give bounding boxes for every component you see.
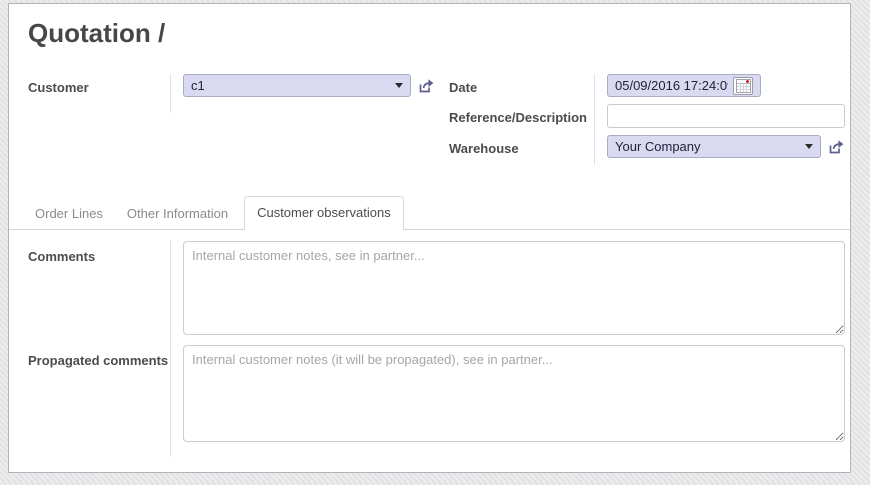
- header-fields: Customer c1: [28, 74, 845, 165]
- tab-customer-observations[interactable]: Customer observations: [244, 196, 404, 230]
- customer-observations-panel: Comments Propagated comments: [9, 230, 850, 457]
- customer-select[interactable]: c1: [183, 74, 411, 97]
- chevron-down-icon: [395, 83, 403, 88]
- propagated-comments-textarea[interactable]: [183, 345, 845, 442]
- internal-link-icon[interactable]: [827, 138, 845, 156]
- comments-group: Comments Propagated comments: [28, 241, 845, 457]
- propagated-comments-label: Propagated comments: [28, 353, 168, 368]
- warehouse-select[interactable]: Your Company: [607, 135, 821, 158]
- comments-textarea[interactable]: [183, 241, 845, 335]
- reference-label: Reference/Description: [449, 110, 587, 125]
- date-value: 05/09/2016 17:24:09: [615, 78, 728, 93]
- customer-value: c1: [191, 78, 389, 93]
- warehouse-label: Warehouse: [449, 141, 519, 156]
- page-title: Quotation /: [28, 18, 850, 49]
- tab-order-lines[interactable]: Order Lines: [23, 198, 115, 229]
- calendar-icon[interactable]: [733, 77, 753, 95]
- quotation-form: Quotation / Customer c1: [8, 3, 851, 473]
- date-label: Date: [449, 80, 477, 95]
- date-field[interactable]: 05/09/2016 17:24:09: [607, 74, 761, 97]
- warehouse-value: Your Company: [615, 139, 799, 154]
- internal-link-icon[interactable]: [417, 77, 435, 95]
- customer-group: Customer c1: [28, 74, 449, 165]
- comments-label: Comments: [28, 249, 95, 264]
- tab-other-information[interactable]: Other Information: [115, 198, 240, 229]
- chevron-down-icon: [805, 144, 813, 149]
- info-group: Date 05/09/2016 17:24:09: [449, 74, 845, 165]
- customer-label: Customer: [28, 80, 89, 95]
- reference-input[interactable]: [607, 104, 845, 128]
- notebook-tabs: Order Lines Other Information Customer o…: [9, 196, 850, 230]
